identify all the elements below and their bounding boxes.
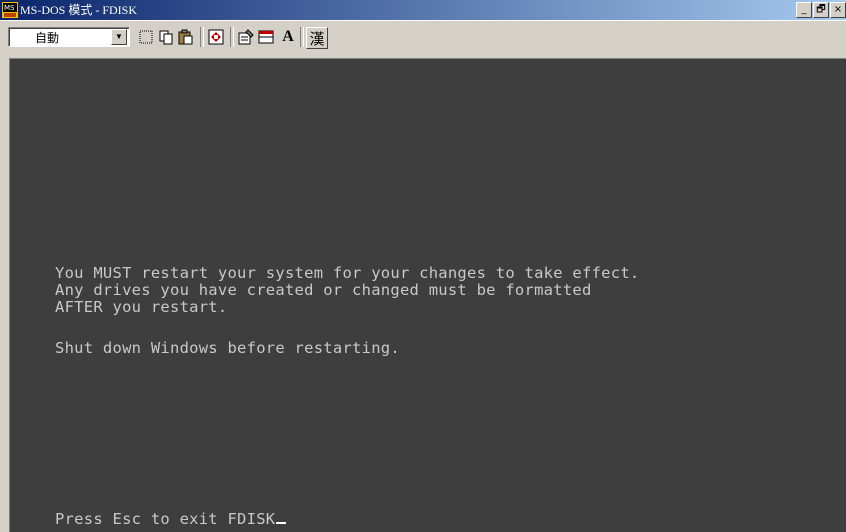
fullscreen-button[interactable] (206, 27, 226, 47)
window-title: MS-DOS 模式 - FDISK (20, 3, 138, 17)
minimize-button[interactable]: _ (796, 2, 812, 18)
toolbar-divider (200, 27, 204, 47)
console-line: Shut down Windows before restarting. (55, 339, 400, 357)
console-line: Any drives you have created or changed m… (55, 281, 592, 299)
copy-button[interactable] (156, 27, 176, 47)
console-screen[interactable]: You MUST restart your system for your ch… (9, 58, 846, 532)
toolbar-divider (230, 27, 234, 47)
mark-button[interactable] (136, 27, 156, 47)
window-controls: _ 🗗 × (795, 2, 846, 18)
properties-icon (238, 29, 254, 45)
font-size-value: 自動 (35, 31, 60, 45)
console-line: You MUST restart your system for your ch… (55, 264, 640, 282)
prompt-text: Press Esc to exit FDISK (55, 510, 276, 528)
background-button[interactable] (256, 27, 276, 47)
text-cursor (276, 522, 287, 524)
console-prompt: Press Esc to exit FDISK (55, 510, 287, 528)
font-a-glyph: A (282, 28, 294, 45)
chevron-down-icon[interactable]: ▼ (111, 29, 127, 45)
window-icon (258, 30, 274, 44)
copy-icon (159, 30, 173, 45)
msdos-icon: MS (2, 2, 18, 18)
toolbar-divider (300, 27, 304, 47)
paste-icon (178, 29, 193, 45)
toolbar: 自動 ▼ A 漢 (0, 20, 846, 57)
restore-button[interactable]: 🗗 (813, 2, 829, 18)
fullscreen-icon (208, 29, 224, 45)
properties-button[interactable] (236, 27, 256, 47)
title-bar[interactable]: MS MS-DOS 模式 - FDISK _ 🗗 × (0, 0, 846, 20)
kanji-button[interactable]: 漢 (306, 27, 328, 49)
mark-icon (139, 30, 153, 44)
close-button[interactable]: × (830, 2, 846, 18)
svg-text:MS: MS (4, 4, 15, 12)
font-button[interactable]: A (278, 27, 298, 47)
font-size-select[interactable]: 自動 ▼ (8, 27, 130, 47)
kanji-glyph: 漢 (309, 29, 325, 48)
console-line: AFTER you restart. (55, 298, 228, 316)
paste-button[interactable] (176, 27, 196, 47)
